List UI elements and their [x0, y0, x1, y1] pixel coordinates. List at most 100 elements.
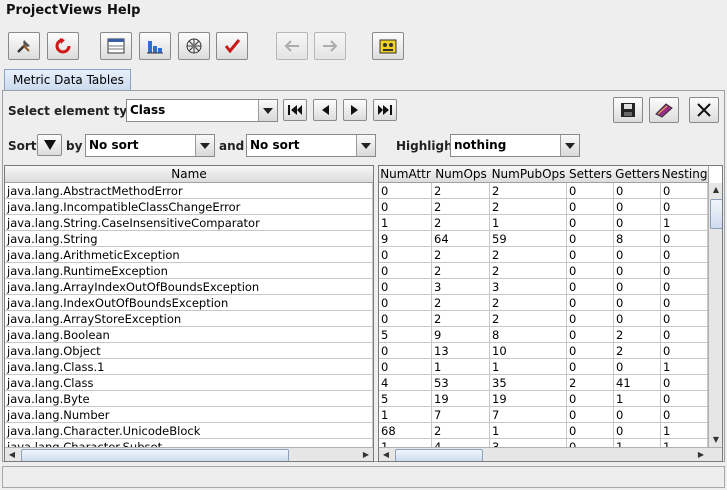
name-cell[interactable]: java.lang.Boolean	[5, 327, 373, 343]
metric-cell[interactable]: 64	[432, 231, 490, 247]
metric-cell[interactable]: 0	[661, 295, 708, 311]
metric-cell[interactable]: 2	[432, 423, 490, 439]
column-header[interactable]: NumPubOps	[490, 166, 568, 183]
table-row[interactable]: 68 2 1 0 0 1	[379, 423, 708, 439]
metric-cell[interactable]: 19	[490, 391, 567, 407]
name-cell[interactable]: java.lang.RuntimeException	[5, 263, 373, 279]
metric-cell[interactable]: 0	[661, 247, 708, 263]
metric-cell[interactable]: 0	[614, 183, 661, 199]
metric-cell[interactable]: 2	[432, 199, 490, 215]
table-row[interactable]: java.lang.String	[5, 231, 373, 247]
metric-cell[interactable]: 0	[567, 359, 614, 375]
save-button[interactable]	[613, 97, 643, 123]
metric-cell[interactable]: 1	[490, 423, 567, 439]
next-button[interactable]	[343, 99, 367, 121]
vertical-scroll-thumb[interactable]	[710, 199, 722, 229]
scroll-down-icon[interactable]: ▼	[709, 433, 722, 446]
table-row[interactable]: 022000	[379, 311, 708, 327]
metric-cell[interactable]: 0	[661, 199, 708, 215]
metric-cell[interactable]: 0	[379, 311, 432, 327]
table-row[interactable]: java.lang.IncompatibleClassChangeError	[5, 199, 373, 215]
name-cell[interactable]: java.lang.Object	[5, 343, 373, 359]
table-row[interactable]: java.lang.ArithmeticException	[5, 247, 373, 263]
metric-cell[interactable]: 0	[379, 199, 432, 215]
table-row[interactable]: java.lang.Character.UnicodeBlock	[5, 423, 373, 439]
sort-direction-button[interactable]	[37, 134, 62, 156]
name-cell[interactable]: java.lang.String	[5, 231, 373, 247]
metric-cell[interactable]: 2	[432, 215, 490, 231]
scroll-left-icon[interactable]: ◀	[5, 448, 19, 461]
table-row[interactable]: 022000	[379, 247, 708, 263]
metric-cell[interactable]: 0	[614, 311, 661, 327]
metric-cell[interactable]: 19	[432, 391, 490, 407]
table-row[interactable]: 022000	[379, 199, 708, 215]
column-header[interactable]: Nesting	[661, 166, 709, 183]
metric-cell[interactable]: 1	[490, 215, 567, 231]
project-info-button[interactable]	[372, 32, 404, 60]
column-header[interactable]: Getters	[614, 166, 662, 183]
name-table[interactable]: Name java.lang.AbstractMethodError java.l…	[4, 165, 374, 462]
metric-cell[interactable]: 1	[661, 215, 708, 231]
scroll-up-icon[interactable]: ▲	[709, 183, 722, 196]
menu-project[interactable]: Project	[6, 3, 58, 18]
metric-cell[interactable]: 7	[490, 407, 567, 423]
metric-cell[interactable]: 0	[567, 327, 614, 343]
table-row[interactable]: 022000	[379, 263, 708, 279]
metric-cell[interactable]: 0	[661, 407, 708, 423]
scroll-right-icon[interactable]: ▶	[694, 448, 708, 461]
metric-cell[interactable]: 59	[490, 231, 567, 247]
name-cell[interactable]: java.lang.Class.1	[5, 359, 373, 375]
metric-cell[interactable]: 0	[614, 247, 661, 263]
metric-cell[interactable]: 0	[567, 199, 614, 215]
metric-cell[interactable]: 0	[614, 215, 661, 231]
metric-cell[interactable]: 5	[379, 327, 432, 343]
metric-cell[interactable]: 2	[490, 199, 567, 215]
metric-cell[interactable]: 0	[661, 183, 708, 199]
name-cell[interactable]: java.lang.Character.UnicodeBlock	[5, 423, 373, 439]
table-row[interactable]: java.lang.AbstractMethodError	[5, 183, 373, 199]
metric-cell[interactable]: 0	[614, 407, 661, 423]
metric-cell[interactable]: 13	[432, 343, 490, 359]
metric-cell[interactable]: 2	[490, 295, 567, 311]
metric-cell[interactable]: 0	[661, 231, 708, 247]
metric-cell[interactable]: 0	[567, 183, 614, 199]
metric-cell[interactable]: 2	[432, 263, 490, 279]
metric-cell[interactable]: 0	[567, 391, 614, 407]
table-row[interactable]: java.lang.Class	[5, 375, 373, 391]
scroll-right-icon[interactable]: ▶	[359, 448, 373, 461]
metric-cell[interactable]: 0	[567, 263, 614, 279]
table-row[interactable]: java.lang.ArrayIndexOutOfBoundsException	[5, 279, 373, 295]
name-horizontal-scrollbar[interactable]: ◀ ▶	[5, 447, 373, 461]
metric-cell[interactable]: 2	[614, 343, 661, 359]
table-row[interactable]: 9 64 59 0 8 0	[379, 231, 708, 247]
refresh-button[interactable]	[47, 32, 79, 60]
sort-then-select[interactable]: No sort	[246, 134, 376, 157]
metric-cell[interactable]: 0	[567, 247, 614, 263]
table-row[interactable]: 4 53 35 2 41 0	[379, 375, 708, 391]
metric-cell[interactable]: 0	[614, 199, 661, 215]
metric-cell[interactable]: 1	[379, 215, 432, 231]
name-cell[interactable]: java.lang.IncompatibleClassChangeError	[5, 199, 373, 215]
metric-cell[interactable]: 2	[490, 263, 567, 279]
table-row[interactable]: java.lang.IndexOutOfBoundsException	[5, 295, 373, 311]
metric-cell[interactable]: 3	[432, 279, 490, 295]
table-row[interactable]: 011001	[379, 359, 708, 375]
metric-cell[interactable]: 0	[379, 279, 432, 295]
metric-cell[interactable]: 0	[661, 279, 708, 295]
name-cell[interactable]: java.lang.ArrayIndexOutOfBoundsException	[5, 279, 373, 295]
element-type-select[interactable]: Class	[126, 99, 278, 122]
sort-by-select[interactable]: No sort	[85, 134, 215, 157]
name-cell[interactable]: java.lang.ArithmeticException	[5, 247, 373, 263]
table-row[interactable]: java.lang.Object	[5, 343, 373, 359]
tools-button[interactable]	[8, 32, 40, 60]
metric-cell[interactable]: 0	[661, 343, 708, 359]
table-row[interactable]: 5 19 19 0 1 0	[379, 391, 708, 407]
metric-cell[interactable]: 2	[432, 183, 490, 199]
highlight-select[interactable]: nothing	[450, 134, 580, 157]
table-row[interactable]: java.lang.ArrayStoreException	[5, 311, 373, 327]
metric-cell[interactable]: 1	[614, 391, 661, 407]
metric-cell[interactable]: 0	[567, 295, 614, 311]
metric-cell[interactable]: 9	[379, 231, 432, 247]
metric-cell[interactable]: 0	[661, 375, 708, 391]
metric-cell[interactable]: 9	[432, 327, 490, 343]
